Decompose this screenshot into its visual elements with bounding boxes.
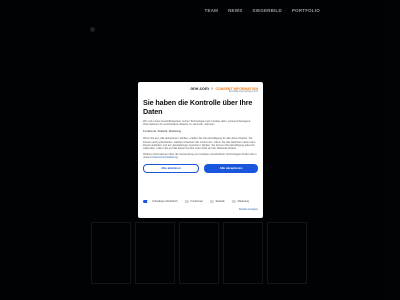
consent-intro: Wir und unsere Geschäftspartner nutzen T…: [143, 120, 251, 127]
reject-all-button[interactable]: Alle ablehnen: [143, 163, 199, 173]
toggle-functional[interactable]: Funktional: [181, 199, 203, 204]
toggle-label: Marketing: [237, 199, 249, 203]
toggle-statistics[interactable]: Statistik: [206, 199, 225, 204]
toggle-marketing[interactable]: Marketing: [228, 199, 249, 204]
show-details-link[interactable]: Details anzeigen: [143, 208, 258, 211]
consent-buttons: Alle ablehnen Alle akzeptieren: [143, 163, 258, 173]
switch-icon: [181, 199, 189, 204]
toggle-label: Statistik: [215, 199, 225, 203]
cookie-consent-dialog: one.com × CONSENT INFORMATION Einwilligu…: [138, 82, 263, 218]
consent-purposes: Funktional, Statistik, Marketing: [143, 129, 182, 134]
toggle-label: Funktional: [190, 199, 203, 203]
privacy-link[interactable]: Datenschutzerklärung: [153, 156, 178, 159]
switch-icon: [143, 199, 150, 204]
brand-separator: ×: [210, 86, 214, 91]
brand-name: one.com: [190, 86, 209, 91]
toggle-label: Unbedingt erforderlich: [152, 199, 178, 203]
consent-toggles: Unbedingt erforderlich Funktional Statis…: [143, 199, 258, 204]
accept-all-button[interactable]: Alle akzeptieren: [204, 163, 258, 173]
switch-icon: [206, 199, 214, 204]
consent-more-info: Weitere Informationen über die Verwendun…: [143, 153, 258, 159]
consent-body: Wenn Sie auf „Alle akzeptieren“ klicken,…: [143, 137, 256, 151]
toggle-necessary[interactable]: Unbedingt erforderlich: [143, 199, 178, 204]
consent-title: Sie haben die Kontrolle über Ihre Daten: [143, 98, 253, 116]
switch-icon: [228, 199, 236, 204]
